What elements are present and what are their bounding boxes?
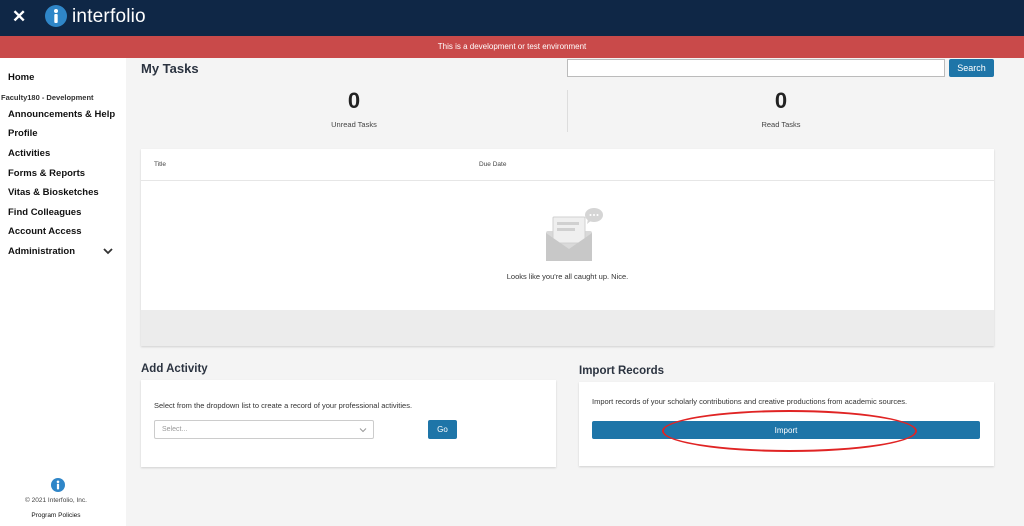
logo-text[interactable]: interfolio bbox=[72, 6, 146, 28]
import-records-title: Import Records bbox=[579, 365, 664, 377]
unread-count: 0 bbox=[347, 88, 361, 113]
tasks-table: Title Due Date Looks like you're all cau… bbox=[141, 149, 994, 346]
page-title: My Tasks bbox=[141, 61, 199, 76]
sidebar-item-find-colleagues[interactable]: Find Colleagues bbox=[8, 207, 81, 218]
program-policies-link[interactable]: Program Policies bbox=[0, 512, 112, 519]
column-header-title[interactable]: Title bbox=[154, 161, 166, 168]
add-activity-description: Select from the dropdown list to create … bbox=[154, 401, 413, 410]
sidebar: Home Faculty180 - Development Announceme… bbox=[0, 58, 126, 526]
import-button[interactable]: Import bbox=[592, 421, 980, 439]
top-bar: ✕ interfolio bbox=[0, 0, 1024, 36]
environment-banner: This is a development or test environmen… bbox=[0, 36, 1024, 58]
import-records-panel: Import records of your scholarly contrib… bbox=[579, 382, 994, 466]
read-label: Read Tasks bbox=[761, 120, 801, 129]
sidebar-item-home[interactable]: Home bbox=[8, 72, 34, 83]
chevron-down-icon bbox=[359, 428, 367, 433]
interfolio-logo-icon[interactable] bbox=[45, 5, 67, 27]
activity-type-select[interactable]: Select... bbox=[154, 420, 374, 439]
stat-divider bbox=[567, 90, 568, 132]
sidebar-item-forms-reports[interactable]: Forms & Reports bbox=[8, 168, 85, 179]
import-records-description: Import records of your scholarly contrib… bbox=[592, 397, 908, 406]
empty-inbox-icon bbox=[546, 208, 603, 261]
empty-state-message: Looks like you're all caught up. Nice. bbox=[506, 272, 629, 281]
header-divider bbox=[141, 180, 994, 181]
search-button[interactable]: Search bbox=[949, 59, 994, 77]
sidebar-item-profile[interactable]: Profile bbox=[8, 128, 38, 139]
unread-label: Unread Tasks bbox=[331, 120, 377, 129]
sidebar-item-account-access[interactable]: Account Access bbox=[8, 226, 82, 237]
go-button[interactable]: Go bbox=[428, 420, 457, 439]
interfolio-small-logo-icon bbox=[51, 478, 65, 492]
table-footer bbox=[141, 310, 994, 346]
unread-tasks-stat[interactable]: 0 Unread Tasks bbox=[254, 88, 454, 129]
institution-label: Faculty180 - Development bbox=[1, 93, 94, 102]
sidebar-item-vitas[interactable]: Vitas & Biosketches bbox=[8, 187, 99, 198]
close-icon[interactable]: ✕ bbox=[12, 7, 28, 27]
chevron-down-icon[interactable] bbox=[102, 246, 114, 256]
add-activity-panel: Select from the dropdown list to create … bbox=[141, 380, 556, 467]
search-input[interactable] bbox=[567, 59, 945, 77]
add-activity-title: Add Activity bbox=[141, 363, 208, 375]
copyright-text: © 2021 Interfolio, Inc. bbox=[25, 497, 87, 504]
column-header-due-date[interactable]: Due Date bbox=[479, 161, 506, 168]
sidebar-item-activities[interactable]: Activities bbox=[8, 148, 50, 159]
sidebar-item-administration[interactable]: Administration bbox=[8, 246, 75, 257]
read-count: 0 bbox=[774, 88, 788, 113]
read-tasks-stat[interactable]: 0 Read Tasks bbox=[681, 88, 881, 129]
sidebar-item-announcements[interactable]: Announcements & Help bbox=[8, 109, 115, 120]
select-placeholder: Select... bbox=[162, 426, 188, 433]
